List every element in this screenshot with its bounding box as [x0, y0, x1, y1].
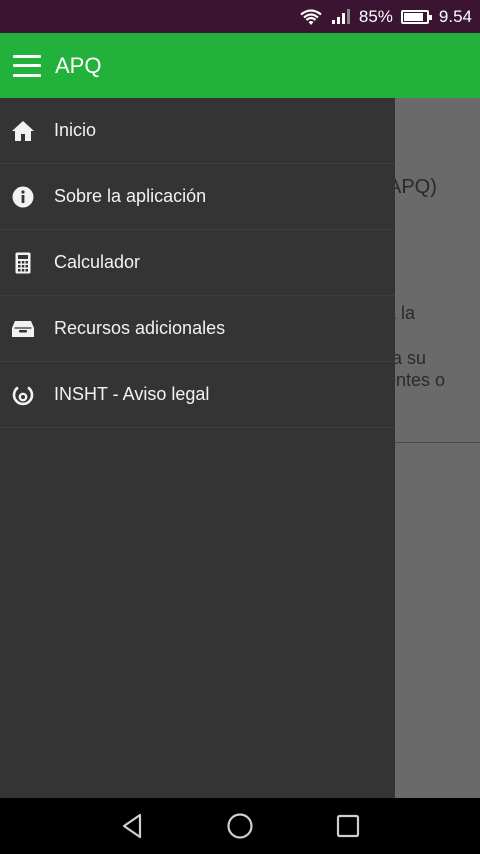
recents-icon[interactable]: [318, 798, 378, 854]
hamburger-menu-icon[interactable]: [13, 54, 41, 77]
signal-icon: [331, 8, 351, 25]
info-icon: [10, 184, 36, 210]
drawer-item-label: Sobre la aplicación: [54, 186, 207, 206]
drawer-item-sobre-la-aplicacion[interactable]: Sobre la aplicación: [0, 164, 395, 230]
battery-percent: 85%: [358, 6, 393, 26]
drawer-item-label: Recursos adicionales: [54, 318, 226, 338]
screen: 85% 9.54 APQ APQ) a la ra su entes o Ini…: [0, 0, 480, 854]
home-icon: [10, 118, 36, 144]
drawer-item-recursos-adicionales[interactable]: Recursos adicionales: [0, 296, 395, 362]
drawer-item-label: Inicio: [54, 120, 97, 140]
calculator-icon: [10, 250, 36, 276]
back-icon[interactable]: [102, 798, 162, 854]
drawer-item-label: Calculador: [54, 252, 141, 272]
wifi-icon: [299, 8, 323, 26]
status-bar: 85% 9.54: [0, 0, 480, 33]
inbox-icon: [10, 316, 36, 342]
drawer-item-insht-aviso-legal[interactable]: INSHT - Aviso legal: [0, 362, 395, 428]
power-icon: [10, 382, 36, 408]
drawer-item-label: INSHT - Aviso legal: [54, 384, 210, 404]
clock: 9.54: [438, 6, 472, 26]
navigation-drawer: Inicio Sobre la aplicación Calculador Re…: [0, 98, 395, 798]
app-title: APQ: [55, 52, 102, 78]
drawer-item-inicio[interactable]: Inicio: [0, 98, 395, 164]
drawer-item-calculador[interactable]: Calculador: [0, 230, 395, 296]
battery-icon: [400, 9, 432, 24]
bg-text-fragment: APQ): [388, 176, 437, 198]
navigation-bar: [0, 798, 480, 854]
app-bar: APQ: [0, 33, 480, 98]
home-circle-icon[interactable]: [210, 798, 270, 854]
